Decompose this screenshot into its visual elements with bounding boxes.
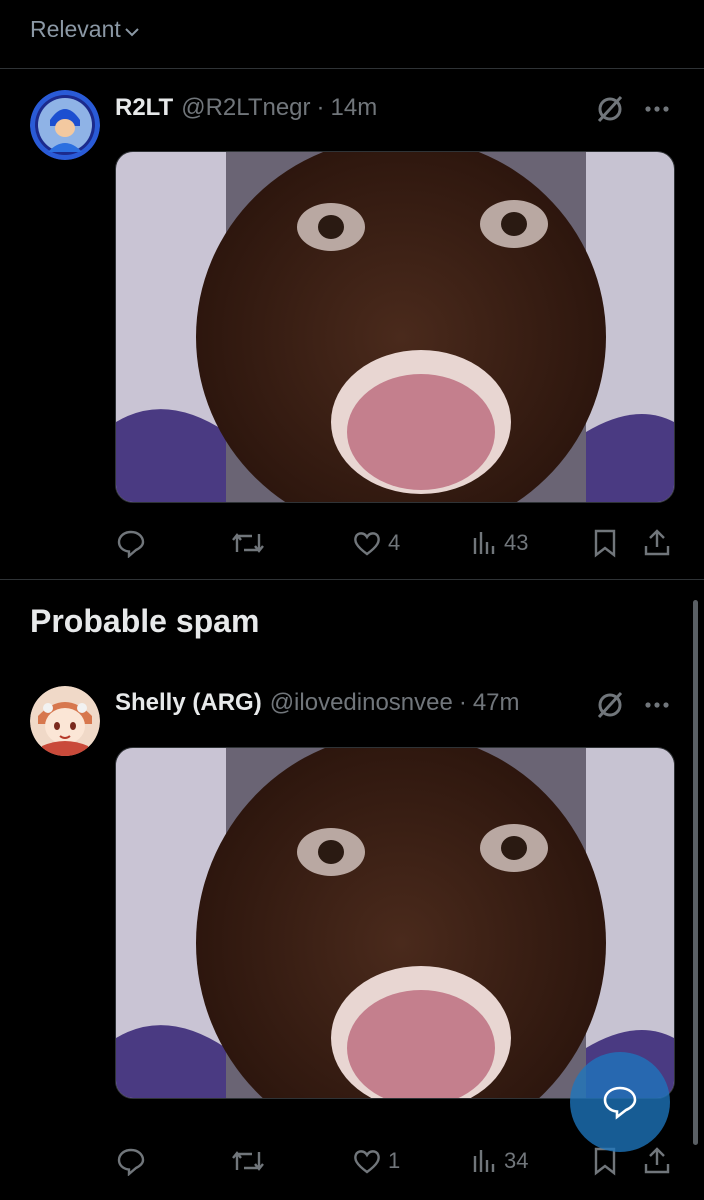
reply-button[interactable] [116,1141,152,1181]
divider [0,68,704,69]
sort-label: Relevant [30,16,121,42]
sort-bar: Relevant [0,0,704,68]
heart-icon [354,1150,380,1174]
share-icon [644,1147,670,1174]
separator: · [458,689,467,716]
more-icon[interactable] [642,94,672,124]
chevron-down-icon [125,27,139,36]
separator: · [316,94,325,121]
share-button[interactable] [642,1141,672,1181]
shocked-face-image-icon [116,748,674,1098]
share-icon [644,529,670,556]
views-button[interactable]: 43 [472,523,528,563]
reply-icon [117,530,145,558]
views-icon [473,1150,495,1172]
bookmark-icon [594,529,616,558]
views-icon [473,532,495,554]
share-button[interactable] [642,523,672,563]
divider [0,579,704,580]
view-count: 34 [504,1148,529,1173]
like-count: 4 [388,530,401,555]
views-button[interactable]: 34 [472,1141,528,1181]
timestamp[interactable]: 14m [331,94,378,122]
bookmark-button[interactable] [592,523,618,563]
tweet-media[interactable] [115,151,675,503]
sort-dropdown[interactable]: Relevant [30,16,140,43]
display-name[interactable]: Shelly (ARG) [115,689,262,717]
like-button[interactable]: 4 [352,523,400,563]
reply-button[interactable] [116,523,152,563]
tweet-header: Shelly (ARG) @ilovedinosnvee · 47m [115,689,520,717]
tweet-header: R2LT @R2LTnegr · 14m [115,94,377,122]
tweet-media[interactable] [115,747,675,1099]
scrollbar[interactable] [693,600,698,1145]
more-icon[interactable] [642,690,672,720]
like-button[interactable]: 1 [352,1141,400,1181]
section-title: Probable spam [30,603,260,639]
retweet-icon [232,533,264,553]
tweet-actions: 4 43 [0,523,704,563]
shocked-face-image-icon [116,152,674,502]
mega-man-avatar-icon [30,90,100,160]
handle[interactable]: @R2LTnegr [181,94,310,122]
reply-bubble-icon [603,1086,637,1120]
reply-icon [117,1148,145,1176]
like-count: 1 [388,1148,401,1173]
display-name[interactable]: R2LT [115,94,173,122]
anime-girl-avatar-icon [30,686,100,756]
retweet-button[interactable] [230,523,272,563]
heart-icon [354,532,380,556]
retweet-button[interactable] [230,1141,272,1181]
timestamp[interactable]: 47m [473,689,520,717]
avatar[interactable] [30,686,100,756]
compose-reply-button[interactable] [570,1052,670,1152]
avatar[interactable] [30,90,100,160]
grok-icon[interactable] [594,689,626,721]
view-count: 43 [504,530,529,555]
handle[interactable]: @ilovedinosnvee [270,689,453,717]
retweet-icon [232,1151,264,1171]
grok-icon[interactable] [594,93,626,125]
